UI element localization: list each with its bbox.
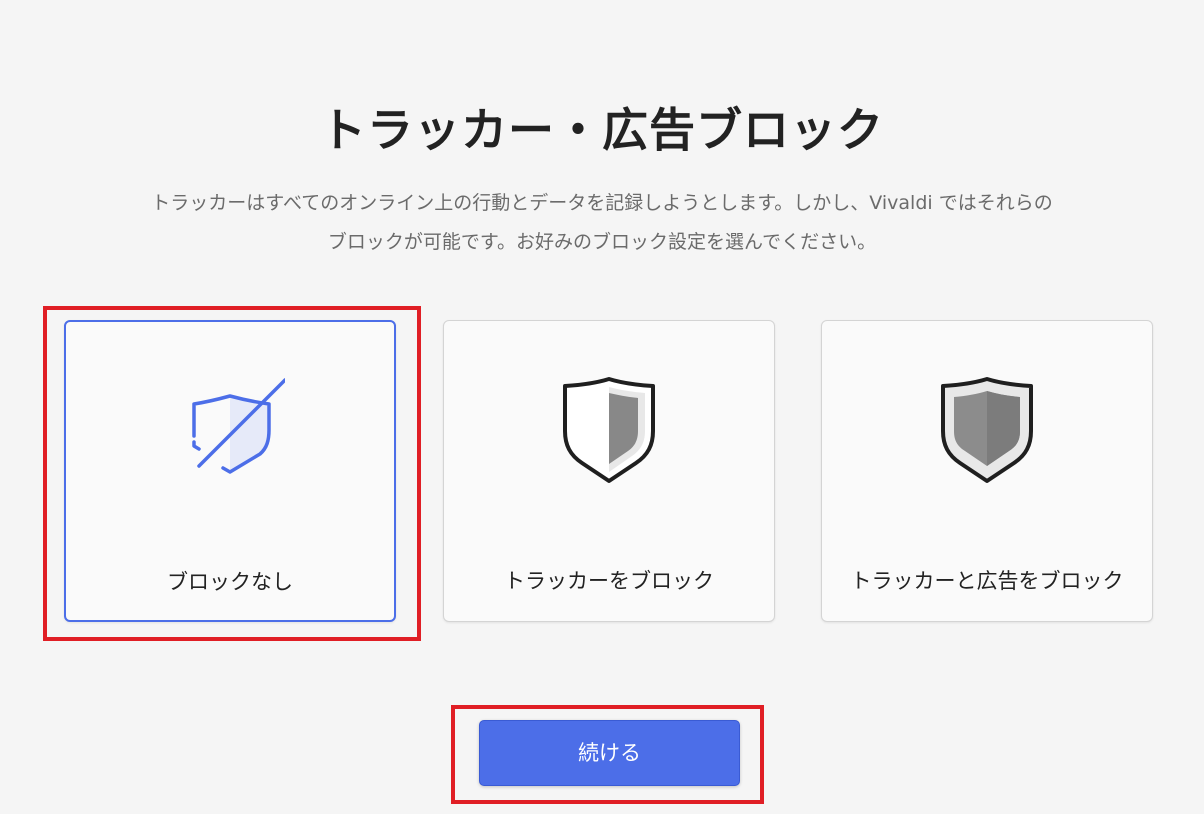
description-line-2: ブロックが可能です。お好みのブロック設定を選んでください。 [327,231,877,253]
shield-half-icon [563,377,655,483]
shield-full-icon [941,377,1033,483]
description-line-1: トラッカーはすべてのオンライン上の行動とデータを記録しようとします。しかし、Vi… [151,192,1053,214]
option-no-blocking[interactable]: ブロックなし [64,320,396,622]
option-label: トラッカーをブロック [504,569,714,593]
option-label: トラッカーと広告をブロック [850,569,1124,593]
shield-off-icon [192,378,285,474]
option-block-trackers-and-ads[interactable]: トラッカーと広告をブロック [821,320,1153,622]
page-title: トラッカー・広告ブロック [320,103,884,157]
option-block-trackers[interactable]: トラッカーをブロック [443,320,775,622]
option-label: ブロックなし [167,570,293,594]
tracker-ad-block-page: トラッカー・広告ブロック トラッカーはすべてのオンライン上の行動とデータを記録し… [0,0,1204,814]
page-description: トラッカーはすべてのオンライン上の行動とデータを記録しようとします。しかし、Vi… [140,184,1064,262]
continue-button[interactable]: 続ける [479,720,740,786]
